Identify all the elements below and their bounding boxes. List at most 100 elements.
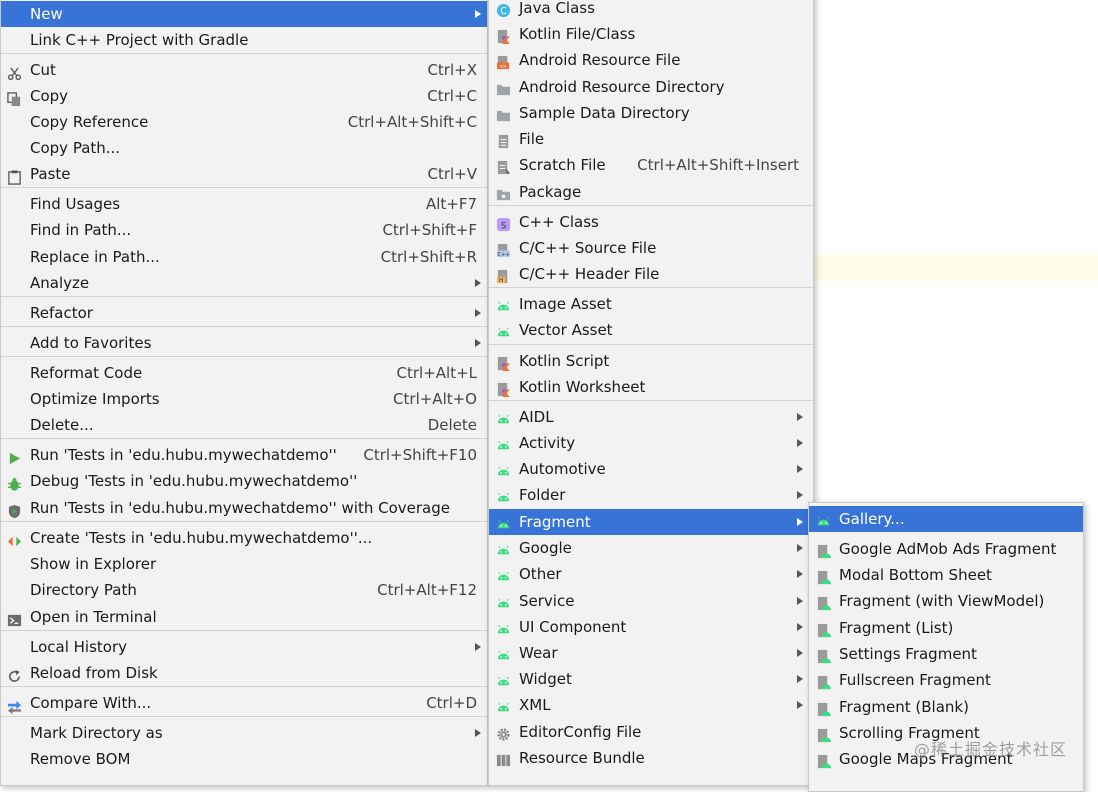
menu-item-fullscreen-fragment[interactable]: Fullscreen Fragment	[809, 667, 1083, 693]
menu-item-run-tests-in-edu-hubu-mywechatdemo[interactable]: Run 'Tests in 'edu.hubu.mywechatdemo'' Ct…	[1, 442, 487, 468]
run-icon	[7, 448, 22, 465]
menu-item-wear[interactable]: Wear	[489, 640, 813, 666]
menu-item-kotlin-file-class[interactable]: Kotlin File/Class	[489, 21, 813, 47]
menu-item-paste[interactable]: Paste Ctrl+V	[1, 161, 487, 187]
menu-item-label: Debug 'Tests in 'edu.hubu.mywechatdemo''	[30, 472, 358, 490]
menu-item-shortcut: Ctrl+Alt+F12	[377, 581, 477, 599]
menu-item-google[interactable]: Google	[489, 535, 813, 561]
menu-item-find-in-path[interactable]: Find in Path... Ctrl+Shift+F	[1, 217, 487, 243]
menu-item-kotlin-script[interactable]: Kotlin Script	[489, 348, 813, 374]
menu-item-aidl[interactable]: AIDL	[489, 404, 813, 430]
menu-item-scratch-file[interactable]: Scratch File Ctrl+Alt+Shift+Insert	[489, 152, 813, 178]
menu-item-image-asset[interactable]: Image Asset	[489, 291, 813, 317]
menu-item-reload-from-disk[interactable]: Reload from Disk	[1, 660, 487, 686]
menu-item-local-history[interactable]: Local History	[1, 634, 487, 660]
menu-item-label: Service	[519, 592, 575, 610]
menu-item-link-c-project-with-gradle[interactable]: Link C++ Project with Gradle	[1, 27, 487, 53]
menu-item-label: Copy Reference	[30, 113, 149, 131]
menu-item-android-resource-directory[interactable]: Android Resource Directory	[489, 74, 813, 100]
menu-item-remove-bom[interactable]: Remove BOM	[1, 746, 487, 772]
menu-item-find-usages[interactable]: Find Usages Alt+F7	[1, 191, 487, 217]
menu-item-cut[interactable]: Cut Ctrl+X	[1, 57, 487, 83]
menu-item-shortcut: Ctrl+Alt+O	[393, 390, 477, 408]
android-icon	[496, 645, 511, 660]
menu-item-analyze[interactable]: Analyze	[1, 270, 487, 296]
menu-item-shortcut: Ctrl+Shift+F10	[363, 446, 477, 464]
android-icon	[496, 619, 511, 634]
compare-icon	[7, 696, 22, 714]
menu-item-new[interactable]: New	[1, 1, 487, 27]
menu-item-copy[interactable]: Copy Ctrl+C	[1, 83, 487, 109]
menu-item-fragment-with-viewmodel[interactable]: Fragment (with ViewModel)	[809, 588, 1083, 614]
submenu-arrow-icon	[797, 491, 803, 499]
menu-item-mark-directory-as[interactable]: Mark Directory as	[1, 720, 487, 746]
menu-item-service[interactable]: Service	[489, 588, 813, 614]
menu-item-google-admob-ads-fragment[interactable]: Google AdMob Ads Fragment	[809, 536, 1083, 562]
menu-item-shortcut: Ctrl+C	[427, 87, 477, 105]
menu-item-label: Fragment (List)	[839, 619, 954, 637]
menu-item-compare-with[interactable]: Compare With... Ctrl+D	[1, 690, 487, 716]
menu-item-package[interactable]: Package	[489, 179, 813, 205]
menu-item-file[interactable]: File	[489, 126, 813, 152]
menu-item-activity[interactable]: Activity	[489, 430, 813, 456]
svg-text:S: S	[501, 220, 506, 230]
menu-item-create-tests-in-edu-hubu-mywechatdemo[interactable]: Create 'Tests in 'edu.hubu.mywechatdemo'…	[1, 525, 487, 551]
template-icon	[816, 620, 831, 638]
menu-item-widget[interactable]: Widget	[489, 666, 813, 692]
menu-separator	[1, 53, 487, 54]
menu-item-fragment-blank[interactable]: Fragment (Blank)	[809, 694, 1083, 720]
android-icon	[496, 435, 511, 450]
menu-item-ui-component[interactable]: UI Component	[489, 614, 813, 640]
menu-item-kotlin-worksheet[interactable]: Kotlin Worksheet	[489, 374, 813, 400]
menu-item-label: Google	[519, 539, 572, 557]
menu-item-open-in-terminal[interactable]: Open in Terminal	[1, 604, 487, 630]
menu-item-refactor[interactable]: Refactor	[1, 300, 487, 326]
menu-item-copy-reference[interactable]: Copy Reference Ctrl+Alt+Shift+C	[1, 109, 487, 135]
menu-item-add-to-favorites[interactable]: Add to Favorites	[1, 330, 487, 356]
menu-item-label: AIDL	[519, 408, 554, 426]
menu-item-automotive[interactable]: Automotive	[489, 456, 813, 482]
menu-item-run-tests-in-edu-hubu-mywechatdemo-with-coverage[interactable]: Run 'Tests in 'edu.hubu.mywechatdemo'' w…	[1, 495, 487, 521]
menu-separator	[1, 686, 487, 687]
menu-item-label: Resource Bundle	[519, 749, 645, 767]
menu-item-fragment-list[interactable]: Fragment (List)	[809, 615, 1083, 641]
menu-item-sample-data-directory[interactable]: Sample Data Directory	[489, 100, 813, 126]
java-class-icon: C	[496, 0, 511, 18]
menu-item-replace-in-path[interactable]: Replace in Path... Ctrl+Shift+R	[1, 244, 487, 270]
menu-item-java-class[interactable]: C Java Class	[489, 0, 813, 21]
menu-separator	[489, 205, 813, 206]
menu-item-show-in-explorer[interactable]: Show in Explorer	[1, 551, 487, 577]
template-icon	[816, 646, 831, 664]
menu-item-c-c-source-file[interactable]: C++ C/C++ Source File	[489, 235, 813, 261]
menu-separator	[1, 187, 487, 188]
menu-item-debug-tests-in-edu-hubu-mywechatdemo[interactable]: Debug 'Tests in 'edu.hubu.mywechatdemo''	[1, 468, 487, 494]
menu-item-resource-bundle[interactable]: Resource Bundle	[489, 745, 813, 771]
menu-item-delete[interactable]: Delete... Delete	[1, 412, 487, 438]
menu-item-optimize-imports[interactable]: Optimize Imports Ctrl+Alt+O	[1, 386, 487, 412]
menu-separator	[489, 400, 813, 401]
menu-item-label: Local History	[30, 638, 128, 656]
menu-item-xml[interactable]: XML	[489, 692, 813, 718]
menu-item-reformat-code[interactable]: Reformat Code Ctrl+Alt+L	[1, 360, 487, 386]
template-icon	[816, 725, 831, 743]
menu-item-c-c-header-file[interactable]: H C/C++ Header File	[489, 261, 813, 287]
menu-item-folder[interactable]: Folder	[489, 482, 813, 508]
menu-item-gallery[interactable]: Gallery...	[809, 506, 1083, 532]
svg-text:H: H	[499, 277, 504, 284]
menu-item-label: Wear	[519, 644, 558, 662]
menu-item-android-resource-file[interactable]: <> Android Resource File	[489, 47, 813, 73]
menu-item-editorconfig-file[interactable]: EditorConfig File	[489, 719, 813, 745]
menu-item-vector-asset[interactable]: Vector Asset	[489, 317, 813, 343]
menu-item-c-class[interactable]: S C++ Class	[489, 209, 813, 235]
menu-item-directory-path[interactable]: Directory Path Ctrl+Alt+F12	[1, 577, 487, 603]
menu-item-copy-path[interactable]: Copy Path...	[1, 135, 487, 161]
menu-item-fragment[interactable]: Fragment	[489, 509, 813, 535]
menu-item-modal-bottom-sheet[interactable]: Modal Bottom Sheet	[809, 562, 1083, 588]
menu-item-label: Sample Data Directory	[519, 104, 690, 122]
kotlin-file-icon	[496, 26, 511, 44]
editor-highlight-line	[812, 255, 1098, 281]
reload-icon	[7, 666, 22, 682]
menu-item-label: Find in Path...	[30, 221, 132, 239]
menu-item-settings-fragment[interactable]: Settings Fragment	[809, 641, 1083, 667]
menu-item-other[interactable]: Other	[489, 561, 813, 587]
